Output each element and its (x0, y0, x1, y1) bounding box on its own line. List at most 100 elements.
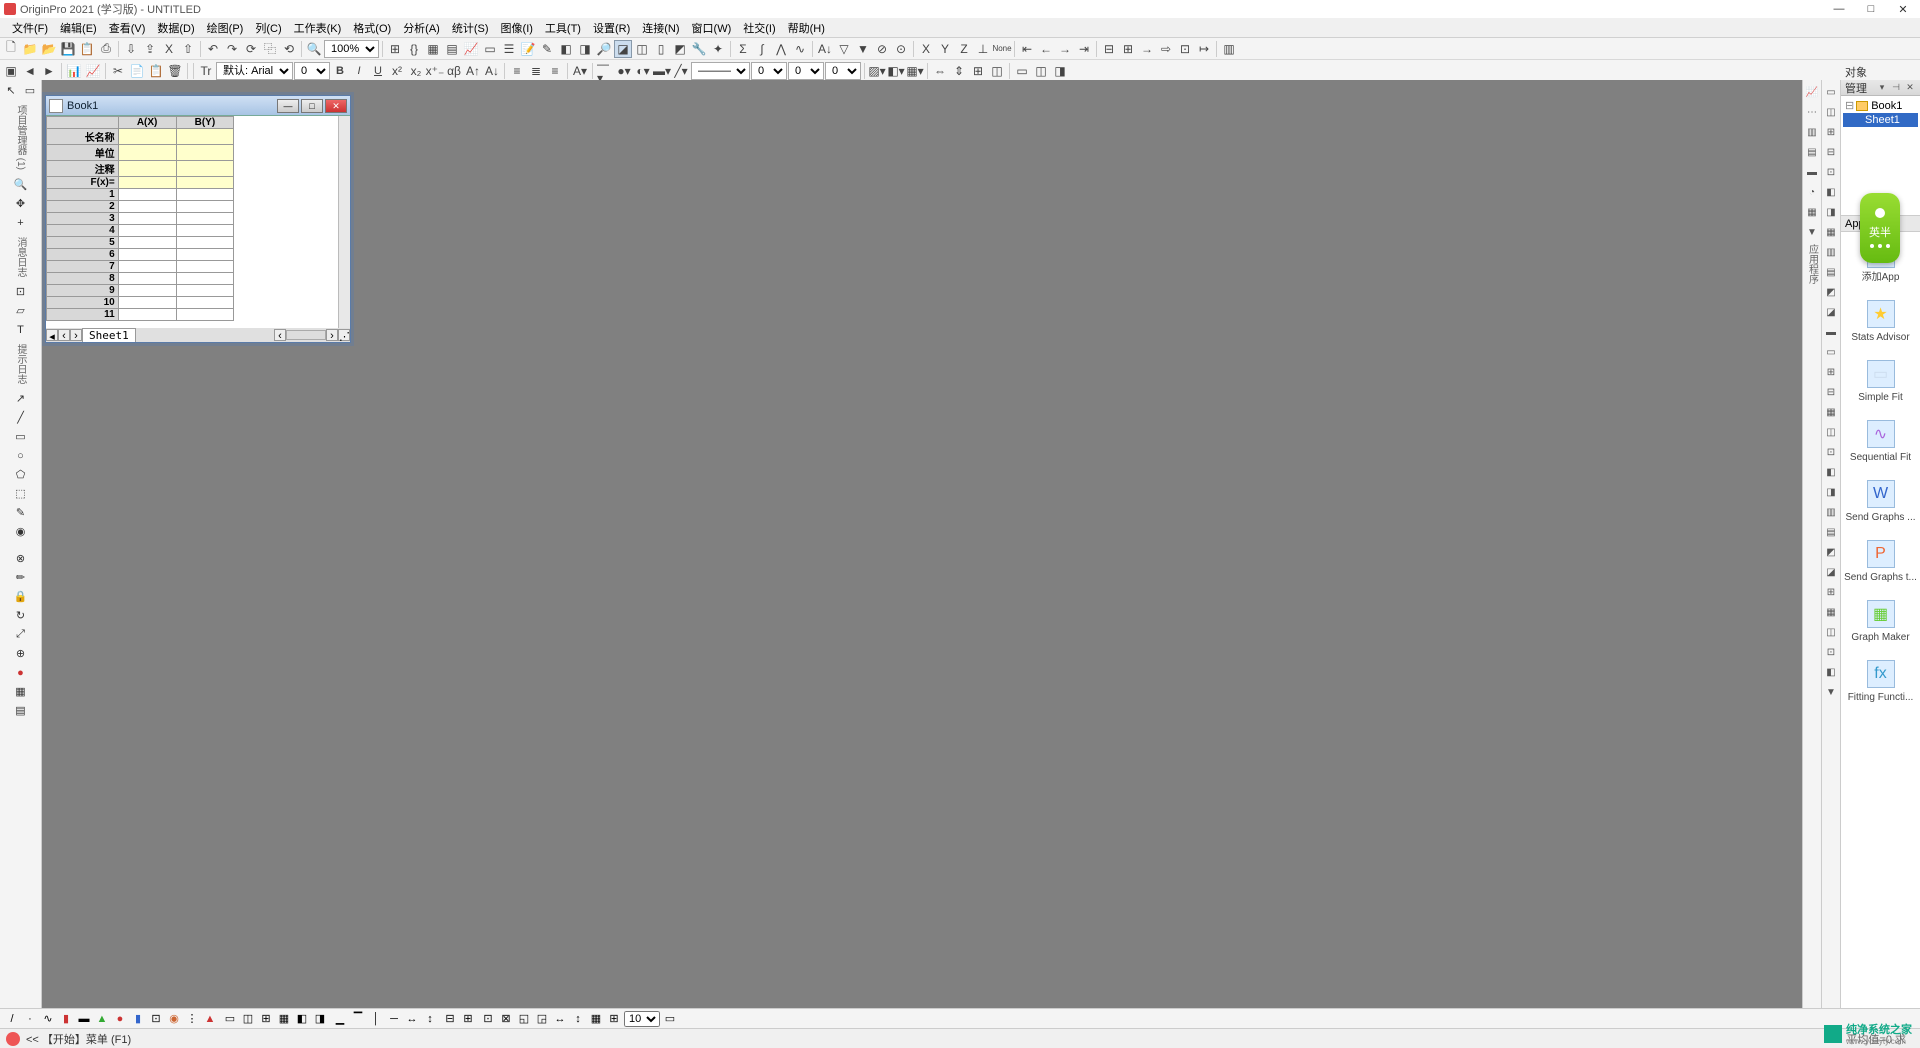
layout-button-1[interactable]: ▭ (1823, 84, 1839, 100)
plot-column[interactable]: ▮ (58, 1011, 74, 1027)
text-tool-button[interactable]: Tr (197, 62, 215, 80)
rect-tool[interactable]: ▭ (12, 428, 30, 445)
wks-button-5[interactable]: ⊡ (1176, 40, 1194, 58)
pan-tool[interactable]: ✥ (12, 195, 30, 212)
layout-button-19[interactable]: ⊡ (1823, 444, 1839, 460)
menu-item[interactable]: 文件(F) (6, 18, 54, 37)
sheet-nav-first[interactable]: ◂ (46, 329, 58, 341)
set-x-button[interactable]: X (917, 40, 935, 58)
cell[interactable] (176, 261, 234, 273)
menu-item[interactable]: 查看(V) (103, 18, 152, 37)
cell[interactable] (176, 309, 234, 321)
slide-button[interactable]: ▯ (652, 40, 670, 58)
layout-button-5[interactable]: ⊡ (1823, 164, 1839, 180)
align-h[interactable]: ─ (386, 1011, 402, 1027)
new-graph-button[interactable]: 📈 (462, 40, 480, 58)
stats-button[interactable]: Σ (734, 40, 752, 58)
template-4[interactable]: ▦ (276, 1011, 292, 1027)
cell[interactable] (118, 161, 176, 177)
front-button[interactable]: ◱ (516, 1011, 532, 1027)
wks-button-6[interactable]: ↦ (1195, 40, 1213, 58)
cell[interactable] (118, 213, 176, 225)
menu-bar[interactable]: 文件(F)编辑(E)查看(V)数据(D)绘图(P)列(C)工作表(K)格式(O)… (0, 18, 1920, 38)
nav-next-button[interactable]: ► (40, 62, 58, 80)
ungroup-button[interactable]: ⊠ (498, 1011, 514, 1027)
plot-contour[interactable]: ◉ (166, 1011, 182, 1027)
col-filter2-button[interactable]: ▼ (854, 40, 872, 58)
bottom-apply-button[interactable]: ▭ (662, 1011, 678, 1027)
import-wizard-button[interactable]: ⇪ (141, 40, 159, 58)
set-none-button[interactable]: None (993, 40, 1011, 58)
layers-button[interactable]: ◧ (557, 40, 575, 58)
import-button[interactable]: ⇩ (122, 40, 140, 58)
menu-item[interactable]: 帮助(H) (782, 18, 831, 37)
new-workbook-button[interactable]: ▦ (424, 40, 442, 58)
signal-button[interactable]: ∿ (791, 40, 809, 58)
workbook-titlebar[interactable]: Book1 — □ ✕ (46, 96, 350, 116)
font-color-button[interactable]: A▾ (571, 62, 589, 80)
cell[interactable] (118, 237, 176, 249)
sheet-resize[interactable]: ⋰ (338, 329, 350, 341)
extra-button[interactable]: ▥ (1220, 40, 1238, 58)
col-sort-button[interactable]: A↓ (816, 40, 834, 58)
line-width-combo[interactable]: ——— (691, 62, 750, 80)
add-layer-button[interactable]: ◨ (576, 40, 594, 58)
row-header[interactable]: F(x)= (47, 177, 119, 189)
plot-3dsurface[interactable]: ▲ (202, 1011, 218, 1027)
new-matrix-button[interactable]: ▤ (443, 40, 461, 58)
layout-button-17[interactable]: ▦ (1823, 404, 1839, 420)
menu-item[interactable]: 社交(I) (737, 18, 781, 37)
group-button[interactable]: ⊡ (480, 1011, 496, 1027)
table-tool[interactable]: ▤ (12, 702, 30, 719)
superscript-button[interactable]: x² (388, 62, 406, 80)
regional-tool[interactable]: ▱ (12, 302, 30, 319)
gradient-button[interactable]: ▨▾ (868, 62, 886, 80)
layout-button-14[interactable]: ▭ (1823, 344, 1839, 360)
dist-h[interactable]: ↔ (404, 1011, 420, 1027)
polygon-tool[interactable]: ⬠ (12, 466, 30, 483)
msg-log-button[interactable]: 📝 (519, 40, 537, 58)
col-filter-button[interactable]: ▽ (835, 40, 853, 58)
new-project-button[interactable]: 🗋 (2, 40, 20, 58)
arrow-tool[interactable]: ↗ (12, 390, 30, 407)
minimize-button[interactable]: — (1832, 3, 1846, 16)
zoom-tool[interactable]: 🔍 (12, 176, 30, 193)
layout-button-29[interactable]: ⊡ (1823, 644, 1839, 660)
plot-3dscatter[interactable]: ⋮ (184, 1011, 200, 1027)
column-header[interactable]: B(Y) (176, 117, 234, 129)
plot-pie-button[interactable]: ◔ (1804, 184, 1820, 200)
pattern-button[interactable]: ◐▾ (634, 62, 652, 80)
app-item[interactable]: PSend Graphs t... (1841, 532, 1920, 592)
refresh-button[interactable]: ⟳ (242, 40, 260, 58)
plot-bar[interactable]: ▬ (76, 1011, 92, 1027)
sheet-nav-next[interactable]: › (70, 329, 82, 341)
cell[interactable] (118, 225, 176, 237)
col-mask-button[interactable]: ⊘ (873, 40, 891, 58)
cell[interactable] (176, 161, 234, 177)
scale-tool[interactable]: ⤢ (12, 626, 30, 643)
cell[interactable] (118, 273, 176, 285)
row-number[interactable]: 4 (47, 225, 119, 237)
align-left-button[interactable]: ≡ (508, 62, 526, 80)
set-z-button[interactable]: Z (955, 40, 973, 58)
layout-button-24[interactable]: ◩ (1823, 544, 1839, 560)
objmgr-dropdown-button[interactable]: ▾ (1876, 82, 1888, 94)
clear-button[interactable]: 🗑 (166, 62, 184, 80)
roi-tool[interactable]: ◉ (12, 523, 30, 540)
rescale-all-button[interactable]: ⊞ (969, 62, 987, 80)
worksheet-grid[interactable]: A(X)B(Y)长名称单位注释F(x)=1234567891011 (46, 116, 350, 328)
cell[interactable] (176, 285, 234, 297)
redo-button[interactable]: ↷ (223, 40, 241, 58)
results-button[interactable]: ✎ (538, 40, 556, 58)
mask-tool[interactable]: ⊗ (12, 550, 30, 567)
objmgr-close-button[interactable]: ✕ (1904, 82, 1916, 94)
cell[interactable] (176, 237, 234, 249)
reader-tool[interactable]: + (12, 214, 30, 231)
layout-button-12[interactable]: ◪ (1823, 304, 1839, 320)
row-header[interactable]: 单位 (47, 145, 119, 161)
sheet-tab[interactable]: Sheet1 (82, 328, 136, 342)
menu-item[interactable]: 图像(I) (495, 18, 539, 37)
app-item[interactable]: fxFitting Functi... (1841, 652, 1920, 712)
underline-button[interactable]: U (369, 62, 387, 80)
set-y-button[interactable]: Y (936, 40, 954, 58)
